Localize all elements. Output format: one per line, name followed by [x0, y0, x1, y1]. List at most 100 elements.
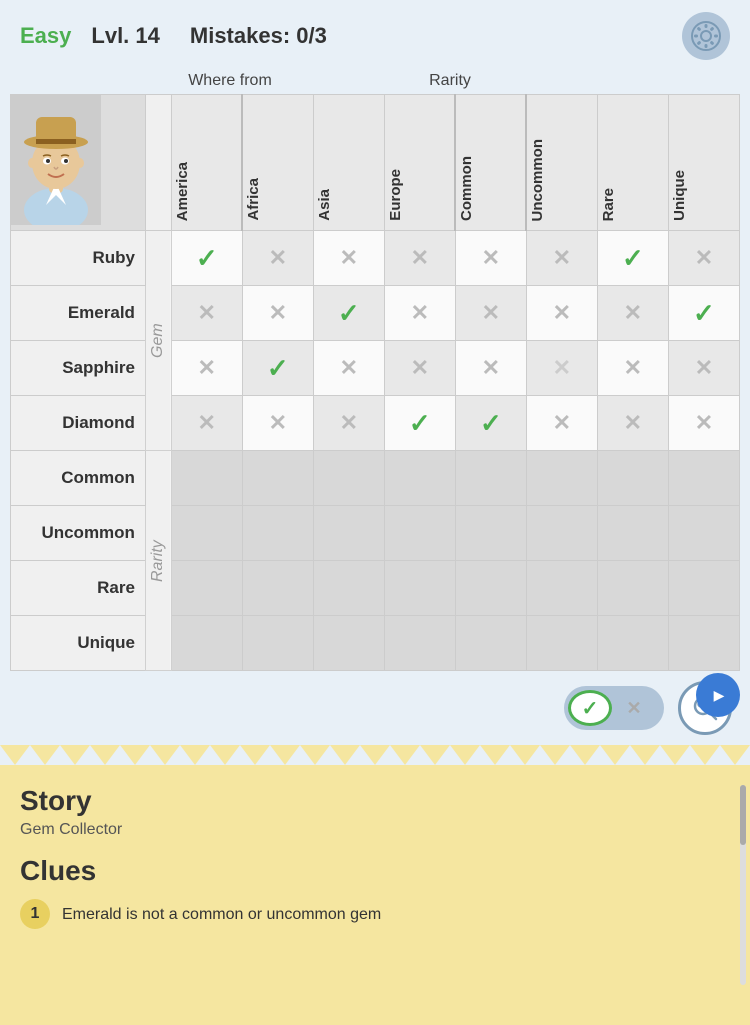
cell-unique-common[interactable] — [455, 616, 526, 671]
row-label-diamond: Diamond — [11, 396, 146, 451]
cell-unique-rare[interactable] — [597, 616, 668, 671]
cell-diamond-common[interactable]: ✓ — [455, 396, 526, 451]
cell-diamond-america[interactable]: ✕ — [171, 396, 242, 451]
cell-ruby-america[interactable]: ✓ — [171, 231, 242, 286]
cell-ruby-africa[interactable]: ✕ — [242, 231, 313, 286]
table-row: Unique — [11, 616, 740, 671]
cell-diamond-asia[interactable]: ✕ — [313, 396, 384, 451]
cell-diamond-europe[interactable]: ✓ — [384, 396, 455, 451]
cell-sapphire-europe[interactable]: ✕ — [384, 341, 455, 396]
cell-emerald-america[interactable]: ✕ — [171, 286, 242, 341]
cell-emerald-unique[interactable]: ✓ — [668, 286, 739, 341]
cell-sapphire-america[interactable]: ✕ — [171, 341, 242, 396]
cell-sapphire-unique[interactable]: ✕ — [668, 341, 739, 396]
row-label-rare: Rare — [11, 561, 146, 616]
col-header-uncommon: Uncommon — [526, 95, 597, 231]
cell-rare-unique[interactable] — [668, 561, 739, 616]
cell-sapphire-common[interactable]: ✕ — [455, 341, 526, 396]
cell-emerald-common[interactable]: ✕ — [455, 286, 526, 341]
row-label-ruby: Ruby — [11, 231, 146, 286]
col-header-asia: Asia — [313, 95, 384, 231]
clues-title: Clues — [20, 855, 730, 887]
cell-emerald-europe[interactable]: ✕ — [384, 286, 455, 341]
cell-common-america[interactable] — [171, 451, 242, 506]
cell-ruby-rare[interactable]: ✓ — [597, 231, 668, 286]
cell-ruby-uncommon[interactable]: ✕ — [526, 231, 597, 286]
cell-rare-rare[interactable] — [597, 561, 668, 616]
cell-unique-africa[interactable] — [242, 616, 313, 671]
col-header-america: America — [171, 95, 242, 231]
cell-unique-asia[interactable] — [313, 616, 384, 671]
cell-rare-asia[interactable] — [313, 561, 384, 616]
gear-button[interactable] — [682, 12, 730, 60]
cell-rare-common[interactable] — [455, 561, 526, 616]
cell-sapphire-rare[interactable]: ✕ — [597, 341, 668, 396]
cell-uncommon-asia[interactable] — [313, 506, 384, 561]
header: Easy Lvl. 14 Mistakes: 0/3 — [0, 0, 750, 72]
scrollbar-thumb[interactable] — [740, 785, 746, 845]
table-row: Rare — [11, 561, 740, 616]
table-row: Sapphire ✕ ✓ ✕ ✕ ✕ ✕ ✕ ✕ — [11, 341, 740, 396]
check-toggle[interactable]: ✓ — [568, 690, 612, 726]
cell-ruby-unique[interactable]: ✕ — [668, 231, 739, 286]
bottom-controls: ✓ ✕ ▶ — [0, 671, 750, 745]
cell-common-unique[interactable] — [668, 451, 739, 506]
cell-emerald-uncommon[interactable]: ✕ — [526, 286, 597, 341]
clue-item: 1 Emerald is not a common or uncommon ge… — [20, 899, 730, 929]
cell-uncommon-europe[interactable] — [384, 506, 455, 561]
story-title: Story — [20, 785, 730, 817]
cell-sapphire-uncommon[interactable]: ✕ — [526, 341, 597, 396]
col-header-europe: Europe — [384, 95, 455, 231]
cell-rare-europe[interactable] — [384, 561, 455, 616]
side-group-gem: Gem — [145, 231, 171, 451]
cell-uncommon-uncommon[interactable] — [526, 506, 597, 561]
x-toggle[interactable]: ✕ — [616, 690, 652, 726]
cell-uncommon-unique[interactable] — [668, 506, 739, 561]
cell-common-common[interactable] — [455, 451, 526, 506]
cell-unique-uncommon[interactable] — [526, 616, 597, 671]
cell-common-rare[interactable] — [597, 451, 668, 506]
cell-uncommon-rare[interactable] — [597, 506, 668, 561]
cell-ruby-common[interactable]: ✕ — [455, 231, 526, 286]
story-subtitle: Gem Collector — [20, 821, 730, 839]
cell-uncommon-africa[interactable] — [242, 506, 313, 561]
scrollbar[interactable] — [740, 785, 746, 985]
play-button[interactable]: ▶ — [696, 673, 740, 717]
cell-ruby-europe[interactable]: ✕ — [384, 231, 455, 286]
where-from-label: Where from — [120, 72, 340, 92]
cell-uncommon-common[interactable] — [455, 506, 526, 561]
cell-rare-africa[interactable] — [242, 561, 313, 616]
cell-unique-europe[interactable] — [384, 616, 455, 671]
cell-diamond-unique[interactable]: ✕ — [668, 396, 739, 451]
cell-common-europe[interactable] — [384, 451, 455, 506]
cell-emerald-africa[interactable]: ✕ — [242, 286, 313, 341]
cell-rare-america[interactable] — [171, 561, 242, 616]
col-header-common: Common — [455, 95, 526, 231]
row-label-unique: Unique — [11, 616, 146, 671]
clue-text: Emerald is not a common or uncommon gem — [62, 899, 381, 927]
cell-common-africa[interactable] — [242, 451, 313, 506]
cell-uncommon-america[interactable] — [171, 506, 242, 561]
cell-rare-uncommon[interactable] — [526, 561, 597, 616]
avatar-cell — [11, 95, 146, 231]
col-header-unique: Unique — [668, 95, 739, 231]
cell-diamond-africa[interactable]: ✕ — [242, 396, 313, 451]
table-row: Common Rarity — [11, 451, 740, 506]
difficulty-label: Easy — [20, 23, 71, 49]
cell-emerald-asia[interactable]: ✓ — [313, 286, 384, 341]
cell-diamond-rare[interactable]: ✕ — [597, 396, 668, 451]
col-header-rare: Rare — [597, 95, 668, 231]
row-label-sapphire: Sapphire — [11, 341, 146, 396]
cell-sapphire-asia[interactable]: ✕ — [313, 341, 384, 396]
cell-common-asia[interactable] — [313, 451, 384, 506]
cell-ruby-asia[interactable]: ✕ — [313, 231, 384, 286]
cell-emerald-rare[interactable]: ✕ — [597, 286, 668, 341]
cell-common-uncommon[interactable] — [526, 451, 597, 506]
cell-sapphire-africa[interactable]: ✓ — [242, 341, 313, 396]
clue-number: 1 — [20, 899, 50, 929]
cell-unique-america[interactable] — [171, 616, 242, 671]
cell-diamond-uncommon[interactable]: ✕ — [526, 396, 597, 451]
toggle-button[interactable]: ✓ ✕ — [564, 686, 664, 730]
cell-unique-unique[interactable] — [668, 616, 739, 671]
table-row: Diamond ✕ ✕ ✕ ✓ ✓ ✕ ✕ ✕ — [11, 396, 740, 451]
